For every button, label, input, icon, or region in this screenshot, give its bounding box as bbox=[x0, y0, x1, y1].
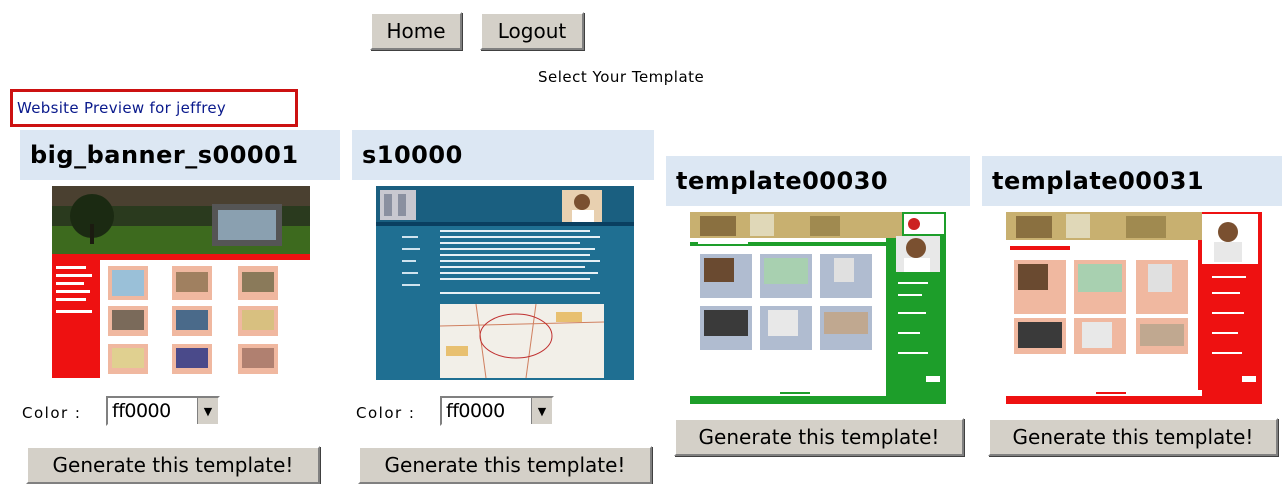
template-thumbnail-s10000[interactable] bbox=[376, 186, 634, 380]
template-thumbnail-big-banner[interactable] bbox=[52, 186, 310, 378]
color-select-value: ff0000 bbox=[112, 400, 171, 422]
template-name-big-banner: big_banner_s00001 bbox=[20, 130, 340, 180]
color-label: Color : bbox=[22, 404, 82, 422]
generate-template-button[interactable]: Generate this template! bbox=[26, 446, 320, 484]
home-button[interactable]: Home bbox=[370, 12, 462, 50]
website-preview-link[interactable]: Website Preview for jeffrey bbox=[10, 89, 298, 127]
template-name-s10000: s10000 bbox=[352, 130, 654, 180]
template-name-template00031: template00031 bbox=[982, 156, 1282, 206]
template-thumbnail-template00031[interactable] bbox=[1006, 212, 1262, 404]
color-select[interactable]: ff0000 ▼ bbox=[440, 396, 554, 426]
generate-template-button[interactable]: Generate this template! bbox=[358, 446, 652, 484]
generate-template-button[interactable]: Generate this template! bbox=[674, 418, 964, 456]
color-select-value: ff0000 bbox=[446, 400, 505, 422]
logout-button[interactable]: Logout bbox=[480, 12, 584, 50]
template-name-template00030: template00030 bbox=[666, 156, 970, 206]
color-select[interactable]: ff0000 ▼ bbox=[106, 396, 220, 426]
chevron-down-icon[interactable]: ▼ bbox=[531, 398, 552, 424]
generate-template-button[interactable]: Generate this template! bbox=[988, 418, 1278, 456]
color-label: Color : bbox=[356, 404, 416, 422]
template-thumbnail-template00030[interactable] bbox=[690, 212, 946, 404]
page-title: Select Your Template bbox=[538, 68, 705, 86]
chevron-down-icon[interactable]: ▼ bbox=[197, 398, 218, 424]
